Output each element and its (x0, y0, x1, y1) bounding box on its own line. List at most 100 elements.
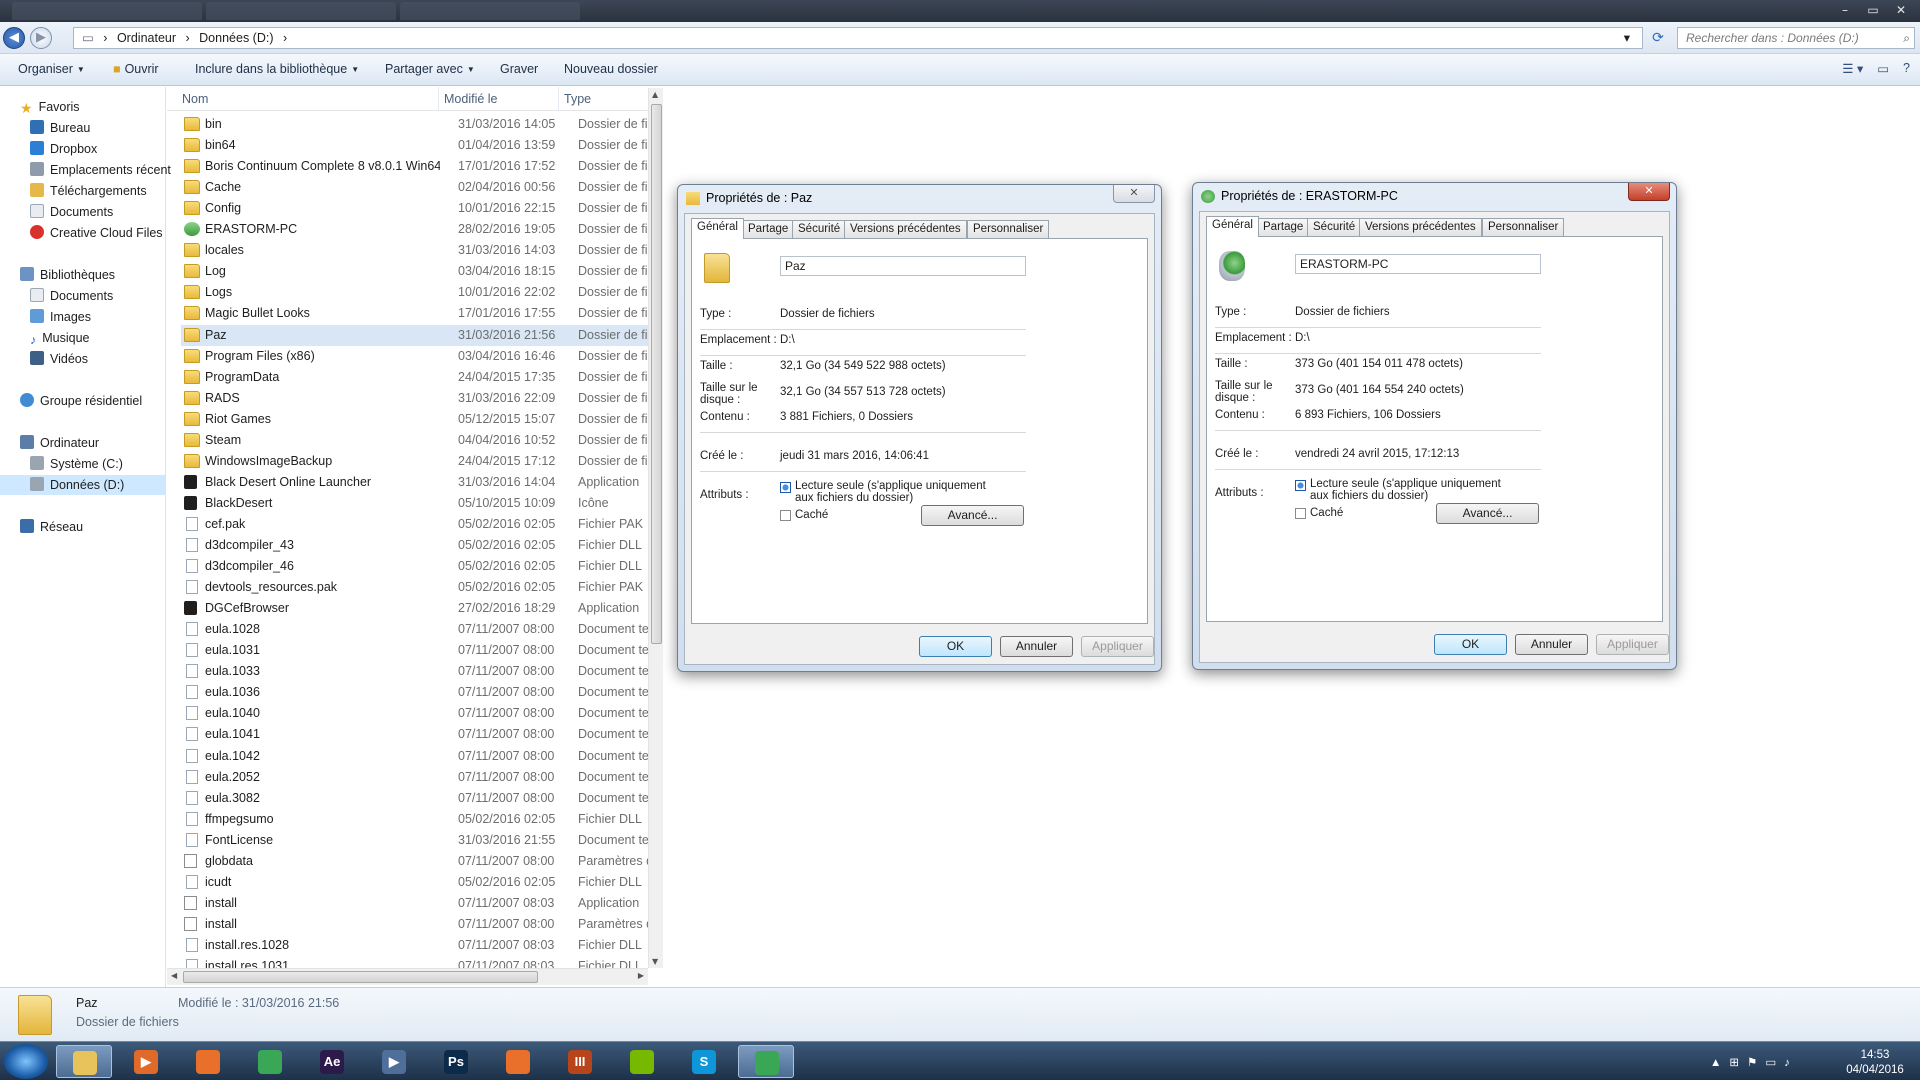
taskbar-app-button[interactable]: Ae (304, 1045, 360, 1078)
search-icon[interactable]: ⌕ (1903, 28, 1910, 48)
windows-flag-icon[interactable]: ⊞ (1729, 1057, 1747, 1069)
file-row[interactable]: Logs 10/01/2016 22:02 Dossier de fichie (181, 282, 663, 303)
taskbar-app-button[interactable] (614, 1045, 670, 1078)
close-button[interactable]: ✕ (1628, 183, 1670, 201)
lecture-seule-checkbox[interactable] (780, 482, 791, 493)
vertical-scrollbar[interactable]: ▲ ▼ (648, 88, 663, 968)
close-button[interactable]: ✕ (1113, 185, 1155, 203)
file-row[interactable]: Riot Games 05/12/2015 15:07 Dossier de fic… (181, 409, 663, 430)
file-row[interactable]: bin64 01/04/2016 13:59 Dossier de fichie (181, 135, 663, 156)
forward-button[interactable]: ▶ (30, 27, 52, 49)
column-modified[interactable]: Modifié le (444, 92, 498, 106)
volume-icon[interactable]: ♪ (1784, 1057, 1798, 1069)
file-row[interactable]: install 07/11/2007 08:03 Application (181, 893, 663, 914)
column-divider[interactable] (558, 87, 559, 111)
tab-partage[interactable]: Partage (742, 220, 795, 238)
file-row[interactable]: FontLicense 31/03/2016 21:55 Document text… (181, 830, 663, 851)
file-row[interactable]: Boris Continuum Complete 8 v8.0.1 Win64 1… (181, 156, 663, 177)
nav-bureau[interactable]: Bureau (30, 118, 90, 138)
scroll-right-icon[interactable]: ▶ (638, 971, 644, 980)
ok-button[interactable]: OK (919, 636, 992, 657)
nav-ordinateur[interactable]: Ordinateur (20, 433, 99, 453)
scroll-thumb[interactable] (183, 971, 538, 983)
file-row[interactable]: d3dcompiler_43 05/02/2016 02:05 Fichier DL… (181, 535, 663, 556)
view-options-icon[interactable]: ☰ ▾ (1842, 61, 1863, 76)
file-row[interactable]: Black Desert Online Launcher 31/03/2016 1… (181, 472, 663, 493)
file-row[interactable]: cef.pak 05/02/2016 02:05 Fichier PAK (181, 514, 663, 535)
file-row[interactable]: Config 10/01/2016 22:15 Dossier de fichie (181, 198, 663, 219)
tab-securite[interactable]: Sécurité (1307, 218, 1362, 236)
show-hidden-icons-icon[interactable]: ▲ (1710, 1057, 1729, 1069)
ok-button[interactable]: OK (1434, 634, 1507, 655)
organiser-menu[interactable]: Organiser ▼ (18, 62, 85, 76)
scroll-left-icon[interactable]: ◀ (171, 971, 177, 980)
nav-dropbox[interactable]: Dropbox (30, 139, 97, 159)
taskbar-app-button[interactable]: ▶ (118, 1045, 174, 1078)
column-name[interactable]: Nom (182, 92, 208, 106)
file-row[interactable]: eula.1031 07/11/2007 08:00 Document texte (181, 640, 663, 661)
file-row[interactable]: DGCefBrowser 27/02/2016 18:29 Application (181, 598, 663, 619)
address-input[interactable]: ▭ › Ordinateur › Données (D:) › ▾ (73, 27, 1643, 49)
clock[interactable]: 14:53 04/04/2016 (1840, 1048, 1910, 1078)
taskbar-app-button[interactable] (56, 1045, 112, 1078)
back-button[interactable]: ◀ (3, 27, 25, 49)
file-row[interactable]: ProgramData 24/04/2015 17:35 Dossier de fi… (181, 367, 663, 388)
scroll-down-icon[interactable]: ▼ (652, 957, 658, 966)
file-row[interactable]: ERASTORM-PC 28/02/2016 19:05 Dossier de fi… (181, 219, 663, 240)
tab-general[interactable]: Général (691, 218, 744, 239)
taskbar-app-button[interactable] (242, 1045, 298, 1078)
file-row[interactable]: Magic Bullet Looks 17/01/2016 17:55 Dossie… (181, 303, 663, 324)
inclure-menu[interactable]: Inclure dans la bibliothèque ▼ (195, 62, 359, 76)
nav-groupe[interactable]: Groupe résidentiel (20, 391, 142, 411)
taskbar-app-button[interactable] (180, 1045, 236, 1078)
file-row[interactable]: icudt 05/02/2016 02:05 Fichier DLL (181, 872, 663, 893)
file-row[interactable]: bin 31/03/2016 14:05 Dossier de fichie (181, 114, 663, 135)
taskbar-app-button[interactable] (738, 1045, 794, 1078)
nav-creative-cloud[interactable]: Creative Cloud Files (30, 223, 163, 243)
help-icon[interactable]: ? (1903, 61, 1910, 76)
taskbar-app-button[interactable]: ▶ (366, 1045, 422, 1078)
nav-bibliotheques[interactable]: Bibliothèques (20, 265, 115, 285)
scroll-up-icon[interactable]: ▲ (652, 90, 658, 99)
annuler-button[interactable]: Annuler (1000, 636, 1073, 657)
network-icon[interactable]: ▭ (1765, 1057, 1784, 1069)
nav-emplacements[interactable]: Emplacements récent (30, 160, 171, 180)
nav-donnees[interactable]: Données (D:) (0, 475, 165, 495)
taskbar-app-button[interactable]: S (676, 1045, 732, 1078)
tab-general[interactable]: Général (1206, 216, 1259, 237)
horizontal-scrollbar[interactable]: ◀ ▶ (167, 968, 648, 985)
breadcrumb-ordinateur[interactable]: Ordinateur (117, 31, 176, 45)
file-row[interactable]: install 07/11/2007 08:00 Paramètres de c (181, 914, 663, 935)
ouvrir-button[interactable]: ■ Ouvrir (113, 62, 159, 76)
action-center-icon[interactable]: ⚑ (1747, 1057, 1765, 1069)
appliquer-button[interactable]: Appliquer (1081, 636, 1154, 657)
nav-videos[interactable]: Vidéos (30, 349, 88, 369)
tab-securite[interactable]: Sécurité (792, 220, 847, 238)
partager-menu[interactable]: Partager avec ▼ (385, 62, 475, 76)
tab-personnaliser[interactable]: Personnaliser (967, 220, 1050, 238)
nav-telechargements[interactable]: Téléchargements (30, 181, 147, 201)
column-type[interactable]: Type (564, 92, 591, 106)
file-row[interactable]: eula.2052 07/11/2007 08:00 Document texte (181, 767, 663, 788)
refresh-button[interactable]: ⟳ (1648, 27, 1668, 49)
lecture-seule-checkbox[interactable] (1295, 480, 1306, 491)
file-row[interactable]: eula.1033 07/11/2007 08:00 Document texte (181, 661, 663, 682)
nav-musique[interactable]: ♪ Musique (30, 328, 90, 348)
file-row[interactable]: eula.3082 07/11/2007 08:00 Document texte (181, 788, 663, 809)
graver-button[interactable]: Graver (500, 62, 538, 76)
close-icon[interactable]: ✕ (1888, 2, 1914, 18)
file-row[interactable]: globdata 07/11/2007 08:00 Paramètres de c (181, 851, 663, 872)
file-row[interactable]: ffmpegsumo 05/02/2016 02:05 Fichier DLL (181, 809, 663, 830)
taskbar-app-button[interactable] (490, 1045, 546, 1078)
cache-checkbox[interactable] (780, 510, 791, 521)
file-row[interactable]: Steam 04/04/2016 10:52 Dossier de fichie (181, 430, 663, 451)
file-row[interactable]: locales 31/03/2016 14:03 Dossier de fichie (181, 240, 663, 261)
file-row[interactable]: Program Files (x86) 03/04/2016 16:46 Dossi… (181, 346, 663, 367)
cache-checkbox[interactable] (1295, 508, 1306, 519)
file-row[interactable]: d3dcompiler_46 05/02/2016 02:05 Fichier DL… (181, 556, 663, 577)
maximize-icon[interactable]: ▭ (1860, 2, 1886, 18)
taskbar-app-button[interactable]: III (552, 1045, 608, 1078)
nav-lib-documents[interactable]: Documents (30, 286, 113, 306)
start-button[interactable] (4, 1044, 48, 1079)
preview-pane-icon[interactable]: ▭ (1877, 61, 1889, 76)
